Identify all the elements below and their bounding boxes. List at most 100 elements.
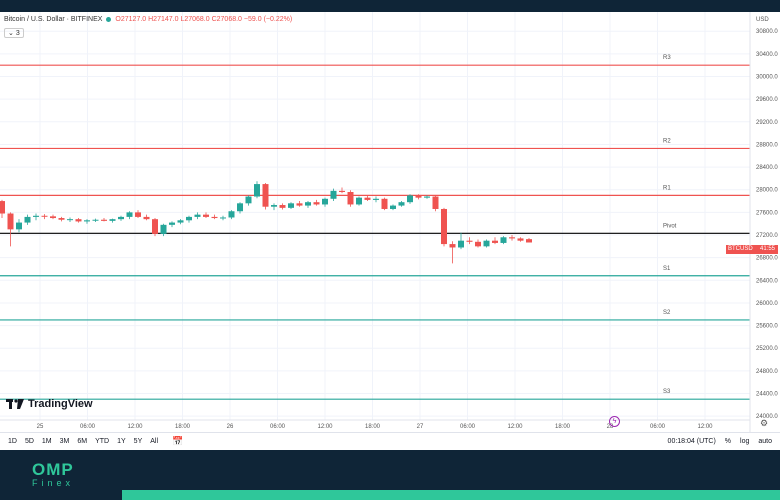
candle-body [373, 198, 379, 200]
candle-body [313, 202, 320, 205]
pivot-level-label: S3 [663, 389, 671, 395]
x-tick-label: 06:00 [460, 424, 476, 430]
y-tick-label: 28400.0 [756, 165, 778, 171]
high-value: H27147.0 [148, 16, 179, 23]
candle-body [101, 219, 107, 221]
grid [0, 12, 750, 420]
last-price-badge: BTCUSD 41:55 [726, 245, 778, 254]
candle-body [398, 202, 405, 206]
y-tick-label: 25600.0 [756, 324, 778, 330]
candle-body [41, 215, 48, 217]
y-tick-label: 24400.0 [756, 392, 778, 398]
range-6m[interactable]: 6M [77, 438, 87, 445]
candle-body [492, 240, 498, 243]
log-toggle[interactable]: log [740, 438, 749, 445]
pivot-level-label: R1 [663, 185, 671, 191]
candle-body [118, 216, 124, 220]
tradingview-wordmark: TradingView [28, 398, 93, 410]
candle-body [143, 216, 150, 220]
x-tick-label: 12:00 [697, 424, 713, 430]
y-tick-label: 28800.0 [756, 142, 778, 148]
candle-body [67, 219, 73, 221]
range-1y[interactable]: 1Y [117, 438, 126, 445]
pivot-level-label: Pivot [663, 223, 677, 229]
x-tick-label: 06:00 [80, 424, 96, 430]
footer-accent-bar [122, 490, 780, 500]
candle-body [390, 205, 396, 209]
candle-body [483, 240, 490, 247]
y-tick-label: 28000.0 [756, 188, 778, 194]
candle-body [126, 212, 133, 217]
candle-body [16, 222, 22, 230]
last-price-symbol: BTCUSD [728, 246, 753, 252]
x-tick-label: 25 [37, 424, 44, 430]
auto-toggle[interactable]: auto [758, 438, 772, 445]
currency-label[interactable]: USD [756, 17, 769, 23]
candle-body [441, 208, 447, 245]
y-tick-label: 29600.0 [756, 97, 778, 103]
candle-body [194, 214, 201, 217]
candle-body [449, 244, 456, 248]
candle-body [330, 190, 337, 199]
x-tick-label: 12:00 [317, 424, 333, 430]
candle-body [109, 219, 116, 221]
x-tick-label: 18:00 [365, 424, 381, 430]
candle-body [347, 192, 354, 205]
gear-icon[interactable]: ⚙ [760, 418, 768, 429]
calendar-icon[interactable]: 📅 [172, 436, 183, 447]
candle-body [33, 215, 39, 217]
bar-countdown: 41:55 [759, 246, 775, 252]
tradingview-logo[interactable]: TradingView [6, 398, 93, 410]
candle-body [245, 196, 252, 204]
indicators-toggle[interactable]: ⌄ 3 [4, 28, 24, 38]
omp-finex-logo: OMP Finex [32, 461, 75, 489]
candle-body [407, 195, 413, 203]
range-3m[interactable]: 3M [60, 438, 70, 445]
y-tick-label: 27600.0 [756, 210, 778, 216]
candle-body [254, 184, 260, 197]
y-tick-label: 26800.0 [756, 256, 778, 262]
candle-body [356, 197, 362, 205]
range-ytd[interactable]: YTD [95, 438, 109, 445]
candle-body [509, 237, 515, 239]
range-5y[interactable]: 5Y [134, 438, 143, 445]
axes: 24000.024400.024800.025200.025600.026000… [0, 12, 778, 432]
x-tick-label: 26 [227, 424, 234, 430]
candle-body [24, 216, 31, 223]
y-tick-label: 26000.0 [756, 301, 778, 307]
change-value: −59.0 (−0.22%) [243, 16, 293, 23]
tradingview-icon [6, 399, 24, 409]
candle-body [0, 201, 5, 214]
y-tick-label: 27200.0 [756, 233, 778, 239]
clock-time[interactable]: 00:18:04 (UTC) [668, 438, 716, 445]
candle-body [305, 202, 311, 206]
candle-body [466, 240, 473, 242]
y-tick-label: 30800.0 [756, 29, 778, 35]
range-all[interactable]: All [150, 438, 158, 445]
candle-body [50, 216, 56, 219]
y-tick-label: 26400.0 [756, 278, 778, 284]
symbol-title[interactable]: Bitcoin / U.S. Dollar · BITFINEX [4, 16, 102, 23]
y-tick-label: 24800.0 [756, 369, 778, 375]
candle-body [84, 220, 90, 222]
candle-body [475, 241, 481, 247]
candle-body [152, 219, 158, 234]
range-1d[interactable]: 1D [8, 438, 17, 445]
candle-body [500, 237, 507, 243]
lightning-icon[interactable]: ϟ [609, 416, 620, 427]
range-1m[interactable]: 1M [42, 438, 52, 445]
pivot-level-label: R3 [663, 55, 671, 61]
percent-toggle[interactable]: % [725, 438, 731, 445]
candle-body [203, 214, 209, 217]
candle-body [322, 198, 328, 205]
open-value: O27127.0 [115, 16, 147, 23]
candle-body [220, 217, 226, 219]
indicator-count: 3 [15, 30, 20, 37]
ohlc-values: O27127.0 H27147.0 L27068.0 C27068.0 −59.… [115, 16, 292, 23]
x-tick-label: 06:00 [650, 424, 666, 430]
candlestick-chart[interactable]: R3R2R1PivotS1S2S3 24000.024400.024800.02… [0, 12, 780, 432]
range-5d[interactable]: 5D [25, 438, 34, 445]
finex-logo-text: Finex [32, 478, 75, 488]
chart-panel[interactable]: R3 R2 R1 Pivot S1 S2 S3 24000.0 24400.0 24800.0 2… [0, 12, 780, 450]
candle-body [135, 212, 141, 217]
